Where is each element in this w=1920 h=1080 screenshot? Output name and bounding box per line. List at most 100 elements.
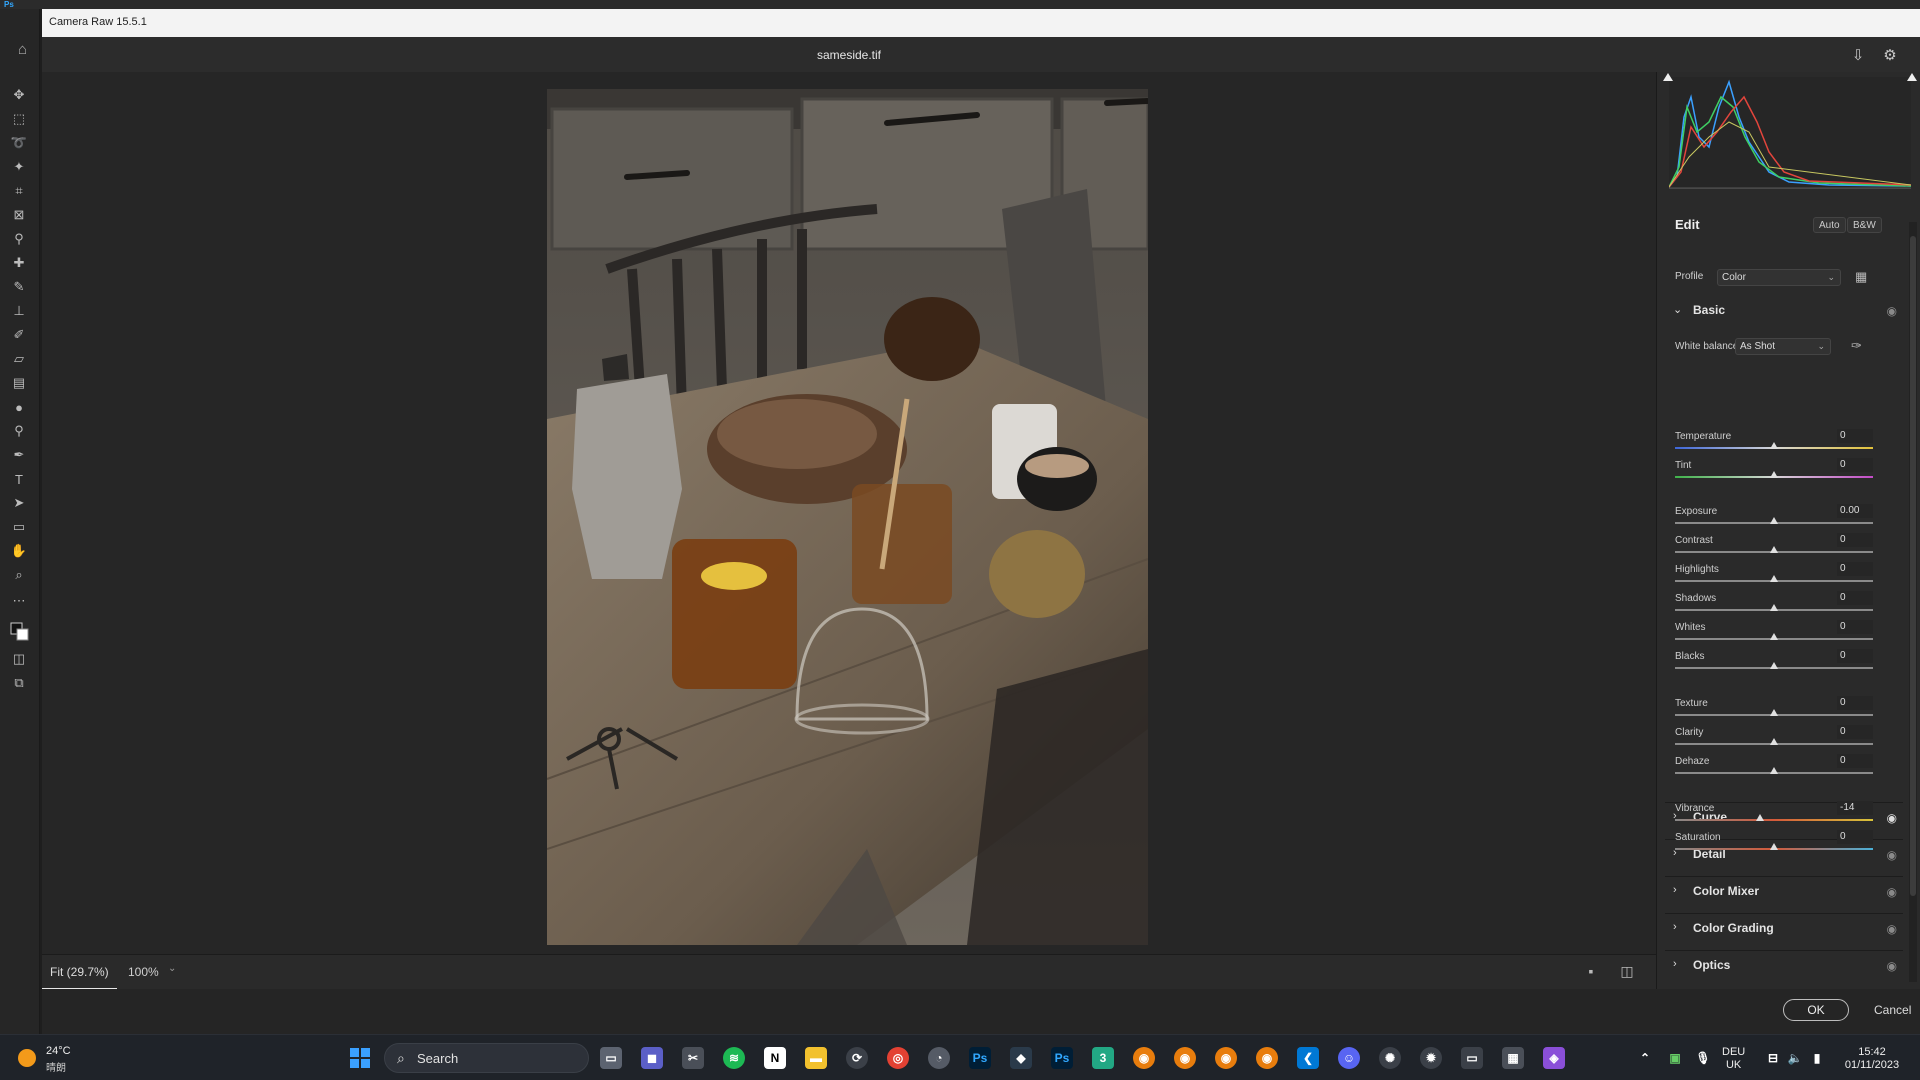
eye-icon[interactable]: ◉ — [1887, 885, 1897, 899]
blur-tool-icon[interactable]: ● — [8, 397, 30, 417]
highlights-thumb[interactable] — [1770, 575, 1778, 582]
vibrance-thumb[interactable] — [1756, 814, 1765, 821]
temperature-thumb[interactable] — [1770, 442, 1778, 449]
quick-mask-icon[interactable]: ◫ — [8, 649, 30, 669]
temperature-value-field[interactable]: 0 — [1837, 429, 1873, 443]
blender-2-icon[interactable]: ◉ — [1174, 1047, 1196, 1069]
white-balance-eyedropper-icon[interactable]: ✑ — [1851, 338, 1867, 354]
discord-icon[interactable]: ☺ — [1338, 1047, 1360, 1069]
settings-app-icon[interactable]: ✹ — [1420, 1047, 1442, 1069]
file-explorer-icon[interactable]: ▬ — [805, 1047, 827, 1069]
texture-slider[interactable]: Texture 0 — [1675, 696, 1891, 722]
app-3-icon[interactable]: 3 — [1092, 1047, 1114, 1069]
blacks-slider[interactable]: Blacks 0 — [1675, 649, 1891, 675]
stamp-tool-icon[interactable]: ⊥ — [8, 301, 30, 321]
path-selection-tool-icon[interactable]: ➤ — [8, 493, 30, 513]
microphone-icon[interactable]: 🎙 — [1692, 1047, 1714, 1069]
section-color-mixer-header[interactable]: › Color Mixer ◉ — [1665, 876, 1903, 906]
terminal-icon[interactable]: ▭ — [1461, 1047, 1483, 1069]
app-purple-icon[interactable]: ◈ — [1543, 1047, 1565, 1069]
taskbar-search[interactable]: ⌕ Search — [384, 1043, 589, 1073]
zoom-tool-icon[interactable]: ⌕ — [8, 565, 30, 585]
gear-icon[interactable]: ⚙ — [1880, 45, 1900, 65]
browser-icon[interactable]: ◔ — [928, 1047, 950, 1069]
zoom-100-button[interactable]: 100% — [128, 965, 159, 979]
move-tool-icon[interactable]: ✥ — [8, 85, 30, 105]
blender-3-icon[interactable]: ◉ — [1215, 1047, 1237, 1069]
type-tool-icon[interactable]: T — [8, 469, 30, 489]
clarity-slider[interactable]: Clarity 0 — [1675, 725, 1891, 751]
vibrance-track[interactable] — [1675, 819, 1873, 821]
clarity-value-field[interactable]: 0 — [1837, 725, 1873, 739]
texture-thumb[interactable] — [1770, 709, 1778, 716]
windows-start-icon[interactable] — [348, 1046, 372, 1070]
magic-wand-tool-icon[interactable]: ✦ — [8, 157, 30, 177]
exposure-value-field[interactable]: 0.00 — [1837, 504, 1873, 518]
vibrance-value-field[interactable]: -14 — [1837, 801, 1873, 815]
hand-tool-icon[interactable]: ✋ — [8, 541, 30, 561]
tint-slider[interactable]: Tint 0 — [1675, 458, 1891, 484]
auto-button[interactable]: Auto — [1813, 217, 1846, 233]
volume-icon[interactable]: 🔈 — [1784, 1047, 1806, 1069]
blender-4-icon[interactable]: ◉ — [1256, 1047, 1278, 1069]
spotify-icon[interactable]: ≋ — [723, 1047, 745, 1069]
texture-value-field[interactable]: 0 — [1837, 696, 1873, 710]
network-icon[interactable]: ⊟ — [1762, 1047, 1784, 1069]
vibrance-slider[interactable]: Vibrance -14 — [1675, 801, 1891, 827]
davinci-icon[interactable]: ◆ — [1010, 1047, 1032, 1069]
cancel-button[interactable]: Cancel — [1874, 1003, 1911, 1017]
exposure-thumb[interactable] — [1770, 517, 1778, 524]
before-after-view-icon[interactable]: ◫ — [1618, 962, 1636, 980]
pen-tool-icon[interactable]: ✒ — [8, 445, 30, 465]
openai-icon[interactable]: ✺ — [1379, 1047, 1401, 1069]
brush-tool-icon[interactable]: ✎ — [8, 277, 30, 297]
tint-value-field[interactable]: 0 — [1837, 458, 1873, 472]
task-view-icon[interactable]: ▭ — [600, 1047, 622, 1069]
panel-scrollbar-thumb[interactable] — [1910, 236, 1916, 896]
more-tools-icon[interactable]: ⋯ — [8, 591, 30, 611]
temperature-slider[interactable]: Temperature 0 — [1675, 429, 1891, 455]
home-icon[interactable]: ⌂ — [18, 41, 34, 58]
blacks-value-field[interactable]: 0 — [1837, 649, 1873, 663]
highlights-slider[interactable]: Highlights 0 — [1675, 562, 1891, 588]
sync-icon[interactable]: ⟳ — [846, 1047, 868, 1069]
contrast-value-field[interactable]: 0 — [1837, 533, 1873, 547]
contrast-slider[interactable]: Contrast 0 — [1675, 533, 1891, 559]
shadow-clipping-icon[interactable] — [1663, 73, 1673, 81]
zoom-dropdown-chevron-icon[interactable]: ⌄ — [168, 963, 176, 974]
eyedropper-tool-icon[interactable]: ⚲ — [8, 229, 30, 249]
exposure-slider[interactable]: Exposure 0.00 — [1675, 504, 1891, 530]
shadows-thumb[interactable] — [1770, 604, 1778, 611]
eye-icon[interactable]: ◉ — [1887, 959, 1897, 973]
dehaze-value-field[interactable]: 0 — [1837, 754, 1873, 768]
eraser-tool-icon[interactable]: ▱ — [8, 349, 30, 369]
marquee-tool-icon[interactable]: ⬚ — [8, 109, 30, 129]
snipping-icon[interactable]: ✂ — [682, 1047, 704, 1069]
whites-thumb[interactable] — [1770, 633, 1778, 640]
section-optics-header[interactable]: › Optics ◉ — [1665, 950, 1903, 980]
highlight-clipping-icon[interactable] — [1907, 73, 1917, 81]
history-brush-tool-icon[interactable]: ✐ — [8, 325, 30, 345]
rectangle-tool-icon[interactable]: ▭ — [8, 517, 30, 537]
vscode-icon[interactable]: ❮ — [1297, 1047, 1319, 1069]
ok-button[interactable]: OK — [1783, 999, 1849, 1021]
panel-scrollbar[interactable] — [1909, 222, 1917, 982]
healing-brush-tool-icon[interactable]: ✚ — [8, 253, 30, 273]
dehaze-slider[interactable]: Dehaze 0 — [1675, 754, 1891, 780]
white-balance-select[interactable]: As Shot ⌄ — [1735, 338, 1831, 355]
highlights-value-field[interactable]: 0 — [1837, 562, 1873, 576]
zoom-fit-button[interactable]: Fit (29.7%) — [50, 965, 109, 979]
whites-value-field[interactable]: 0 — [1837, 620, 1873, 634]
screen-mode-icon[interactable]: ⧉ — [8, 673, 30, 693]
tint-thumb[interactable] — [1770, 471, 1778, 478]
chrome-icon[interactable]: ◎ — [887, 1047, 909, 1069]
shadows-value-field[interactable]: 0 — [1837, 591, 1873, 605]
blacks-thumb[interactable] — [1770, 662, 1778, 669]
battery-icon[interactable]: ▮ — [1806, 1047, 1828, 1069]
lasso-tool-icon[interactable]: ➰ — [8, 133, 30, 153]
tray-overflow-chevron-icon[interactable]: ⌃ — [1634, 1047, 1656, 1069]
shadows-slider[interactable]: Shadows 0 — [1675, 591, 1891, 617]
weather-widget[interactable]: 24°C 晴朗 — [18, 1043, 98, 1074]
dehaze-thumb[interactable] — [1770, 767, 1778, 774]
photoshop-taskbar-icon[interactable]: Ps — [969, 1047, 991, 1069]
